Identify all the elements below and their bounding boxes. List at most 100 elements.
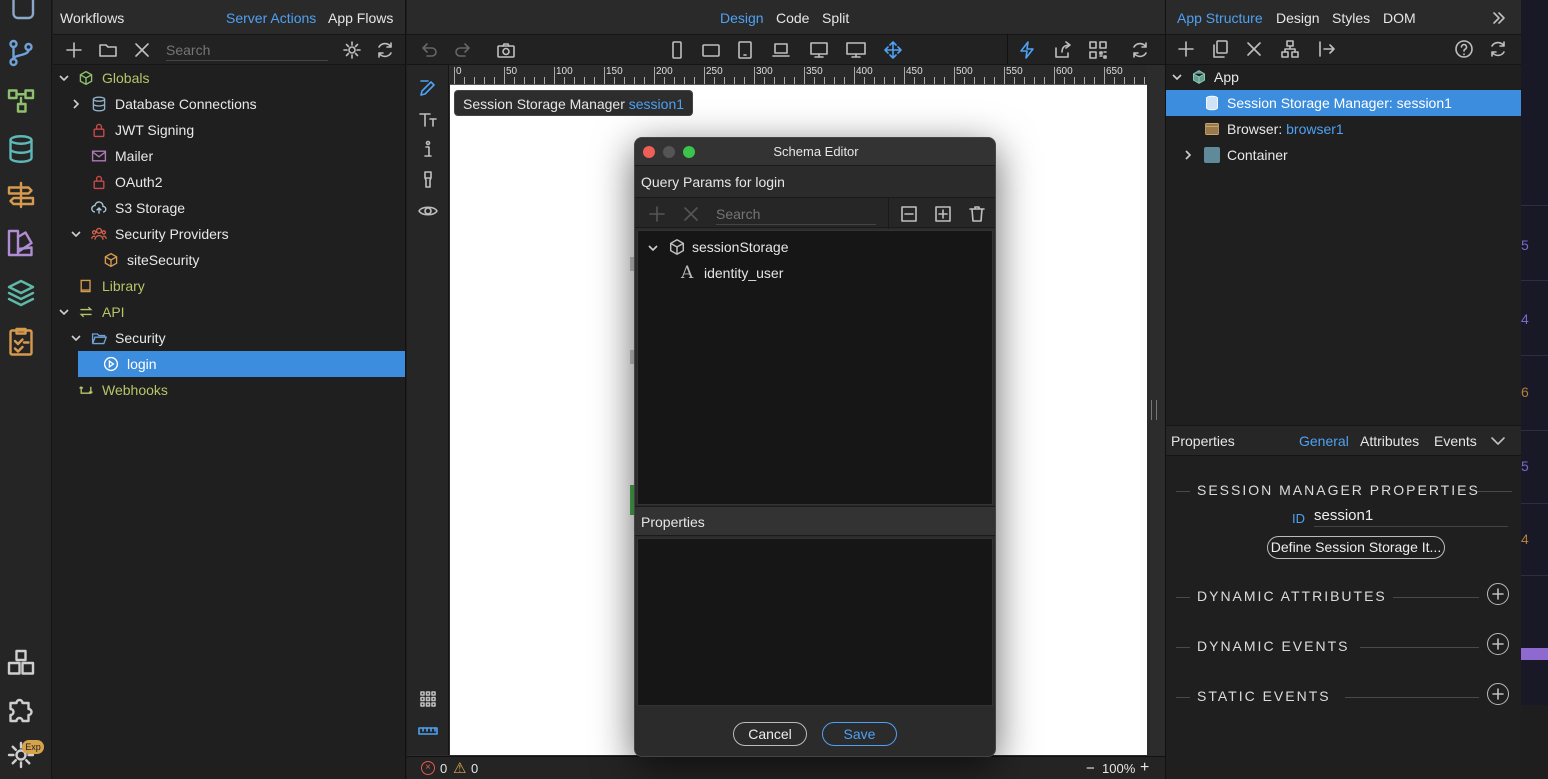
structure-item-app[interactable]: App: [1166, 64, 1521, 90]
expand-all-icon[interactable]: [933, 204, 953, 224]
workflow-item[interactable]: JWT Signing: [53, 117, 405, 143]
schema-search-input[interactable]: [716, 203, 876, 225]
trash-icon[interactable]: [967, 204, 987, 224]
workflow-icon[interactable]: [6, 86, 36, 116]
chevron-down-icon[interactable]: [1488, 431, 1508, 451]
text-tool-icon[interactable]: [418, 109, 438, 129]
database-icon[interactable]: [6, 134, 36, 164]
add-icon[interactable]: [64, 40, 84, 60]
zoom-out-button[interactable]: −: [1086, 760, 1095, 777]
schema-node-sessionstorage[interactable]: sessionStorage: [638, 235, 992, 261]
edit-icon[interactable]: [418, 78, 438, 98]
pages-icon[interactable]: [6, 0, 36, 30]
chevrons-right-icon[interactable]: [1489, 8, 1509, 28]
cancel-button[interactable]: Cancel: [733, 722, 807, 746]
grid-icon[interactable]: [418, 689, 438, 709]
zoom-in-button[interactable]: +: [1140, 759, 1149, 777]
id-input[interactable]: [1314, 505, 1508, 527]
schema-node-identity-user[interactable]: A identity_user: [638, 261, 992, 287]
workflow-item[interactable]: Library: [53, 273, 405, 299]
mobile-view-icon[interactable]: [667, 40, 687, 60]
schema-toolbar: [635, 197, 995, 229]
structure-item-browser[interactable]: Browser: browser1: [1166, 116, 1521, 142]
collapse-all-icon[interactable]: [899, 204, 919, 224]
duplicate-icon[interactable]: [1210, 39, 1230, 59]
add-dynamic-attribute-button[interactable]: [1487, 583, 1509, 605]
mobile-landscape-icon[interactable]: [701, 40, 721, 60]
extensions-icon[interactable]: [6, 648, 36, 678]
structure-item-session-storage[interactable]: Session Storage Manager: session1: [1166, 90, 1521, 116]
save-button[interactable]: Save: [822, 722, 897, 746]
tab-app-structure[interactable]: App Structure: [1177, 10, 1263, 26]
workflow-item[interactable]: Security Providers: [53, 221, 405, 247]
refresh-icon[interactable]: [375, 40, 395, 60]
refresh-icon[interactable]: [1488, 39, 1508, 59]
chevron-down-icon: [71, 231, 81, 238]
error-count[interactable]: 0: [440, 761, 447, 776]
workflows-toolbar: [53, 35, 405, 65]
tablet-view-icon[interactable]: [735, 40, 755, 60]
close-icon[interactable]: [1244, 39, 1264, 59]
tab-design[interactable]: Design: [720, 10, 764, 26]
close-icon[interactable]: [132, 40, 152, 60]
gear-icon[interactable]: [342, 40, 362, 60]
workflow-item[interactable]: Security: [53, 325, 405, 351]
lightning-icon[interactable]: [1017, 40, 1037, 60]
workflow-item[interactable]: S3 Storage: [53, 195, 405, 221]
add-static-event-button[interactable]: [1487, 683, 1509, 705]
layers-icon[interactable]: [6, 278, 36, 308]
ruler-tick: [924, 77, 925, 84]
share-icon[interactable]: [1052, 40, 1072, 60]
desktop-view-icon[interactable]: [809, 40, 829, 60]
clipboard-check-icon[interactable]: [6, 326, 36, 356]
ruler-tick: [824, 77, 825, 84]
move-right-icon[interactable]: [1317, 39, 1337, 59]
split-handle[interactable]: [1151, 400, 1157, 420]
laptop-view-icon[interactable]: [771, 40, 791, 60]
tab-events[interactable]: Events: [1434, 433, 1477, 449]
add-icon[interactable]: [1176, 39, 1196, 59]
workflow-item[interactable]: Mailer: [53, 143, 405, 169]
tab-server-actions[interactable]: Server Actions: [226, 10, 316, 26]
tab-styles[interactable]: Styles: [1332, 10, 1370, 26]
workflow-item[interactable]: Webhooks: [53, 377, 405, 403]
tab-split[interactable]: Split: [822, 10, 849, 26]
puzzle-icon[interactable]: [6, 694, 36, 724]
palette-icon[interactable]: [6, 228, 36, 258]
camera-icon[interactable]: [496, 40, 516, 60]
signpost-icon[interactable]: [6, 180, 36, 210]
tab-code[interactable]: Code: [776, 10, 809, 26]
undo-icon[interactable]: [419, 40, 439, 60]
redo-icon[interactable]: [453, 40, 473, 60]
workflow-item[interactable]: siteSecurity: [53, 247, 405, 273]
eye-icon[interactable]: [418, 201, 438, 221]
tab-dom[interactable]: DOM: [1383, 10, 1416, 26]
hierarchy-icon[interactable]: [1280, 39, 1300, 59]
tab-general[interactable]: General: [1299, 433, 1349, 449]
brush-icon[interactable]: [418, 170, 438, 190]
workflow-item[interactable]: login: [78, 351, 405, 377]
folder-icon[interactable]: [98, 40, 118, 60]
git-branch-icon[interactable]: [6, 38, 36, 68]
add-dynamic-event-button[interactable]: [1487, 633, 1509, 655]
tab-design[interactable]: Design: [1276, 10, 1320, 26]
wide-view-icon[interactable]: [846, 40, 866, 60]
ruler-icon[interactable]: [418, 721, 438, 741]
move-icon[interactable]: [883, 40, 903, 60]
refresh-icon[interactable]: [1130, 40, 1150, 60]
help-icon[interactable]: [1454, 39, 1474, 59]
define-session-storage-button[interactable]: Define Session Storage It...: [1267, 536, 1445, 559]
workflow-item[interactable]: Globals: [53, 65, 405, 91]
info-icon[interactable]: [418, 139, 438, 159]
structure-item-container[interactable]: Container: [1166, 142, 1521, 168]
workflow-item[interactable]: API: [53, 299, 405, 325]
workflow-item[interactable]: Database Connections: [53, 91, 405, 117]
workflow-search-input[interactable]: [166, 39, 328, 61]
qr-code-icon[interactable]: [1088, 40, 1108, 60]
tab-attributes[interactable]: Attributes: [1360, 433, 1419, 449]
warning-count[interactable]: 0: [471, 761, 478, 776]
add-icon[interactable]: [647, 204, 667, 224]
workflow-item[interactable]: OAuth2: [53, 169, 405, 195]
close-icon[interactable]: [681, 204, 701, 224]
tab-app-flows[interactable]: App Flows: [328, 10, 393, 26]
